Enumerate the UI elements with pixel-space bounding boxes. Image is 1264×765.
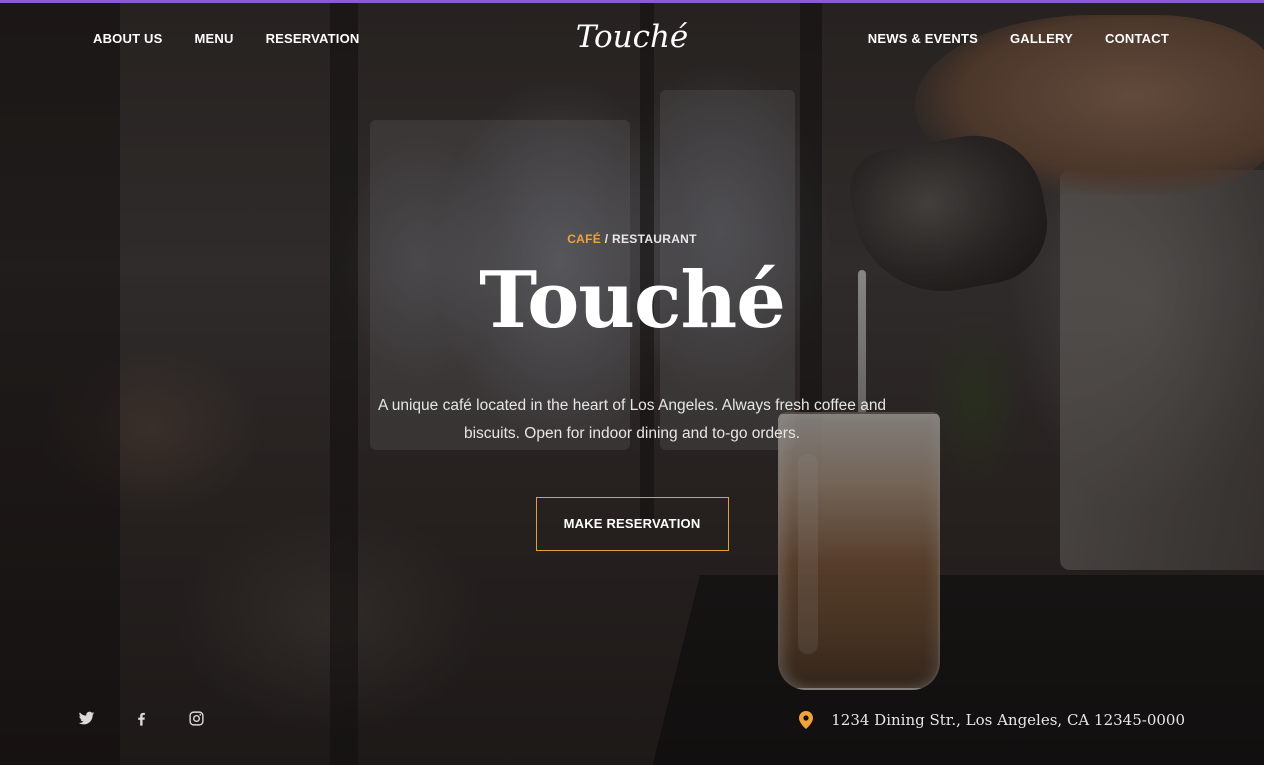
nav-contact-link[interactable]: CONTACT (1105, 31, 1169, 46)
hero-section: CAFÉ / RESTAURANT Touché A unique café l… (0, 232, 1264, 552)
hero-description: A unique café located in the heart of Lo… (377, 397, 887, 443)
nav-news-events-link[interactable]: NEWS & EVENTS (868, 31, 978, 46)
make-reservation-button[interactable]: MAKE RESERVATION (535, 497, 729, 552)
social-links (78, 710, 206, 728)
address-text: 1234 Dining Str., Los Angeles, CA 12345-… (831, 711, 1185, 729)
eyebrow-accent: CAFÉ (567, 232, 602, 246)
facebook-icon[interactable] (133, 710, 151, 728)
site-header: ABOUT US MENU RESERVATION Touché NEWS & … (0, 3, 1264, 73)
nav-right: NEWS & EVENTS GALLERY CONTACT (868, 31, 1169, 46)
twitter-icon[interactable] (78, 710, 96, 728)
address-block: 1234 Dining Str., Los Angeles, CA 12345-… (799, 711, 1185, 729)
page: ABOUT US MENU RESERVATION Touché NEWS & … (0, 0, 1264, 765)
nav-gallery-link[interactable]: GALLERY (1010, 31, 1073, 46)
hero-title: Touché (479, 255, 786, 346)
instagram-icon[interactable] (188, 710, 206, 728)
location-pin-icon (799, 711, 814, 729)
hero-eyebrow: CAFÉ / RESTAURANT (0, 232, 1264, 246)
eyebrow-separator: / (601, 232, 612, 246)
eyebrow-rest: RESTAURANT (612, 232, 697, 246)
top-accent-strip (0, 0, 1264, 3)
